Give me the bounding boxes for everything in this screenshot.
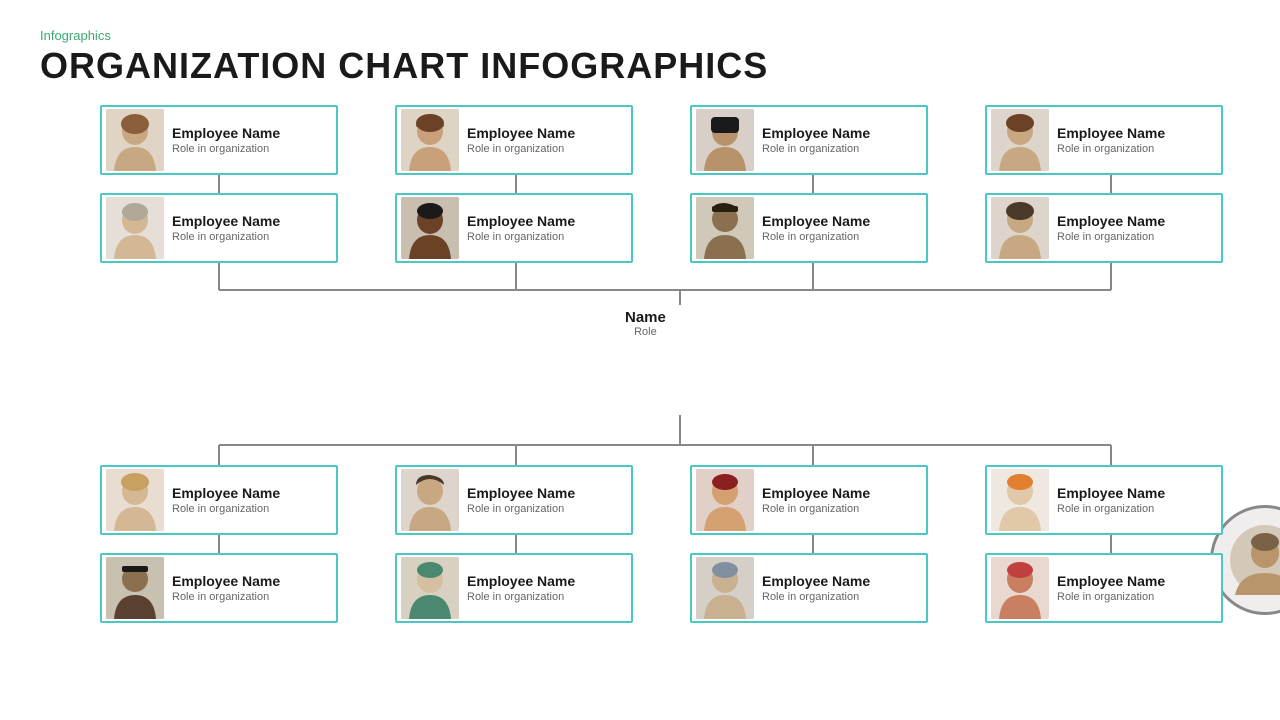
avatar-bot-1-0: [106, 557, 164, 619]
emp-info-bot-1-2: Employee Name Role in organization: [762, 573, 870, 604]
emp-name: Employee Name: [1057, 573, 1165, 590]
avatar-top-1-1: [401, 197, 459, 259]
emp-name: Employee Name: [467, 485, 575, 502]
emp-role: Role in organization: [1057, 231, 1165, 243]
emp-role: Role in organization: [467, 591, 575, 603]
emp-name: Employee Name: [172, 213, 280, 230]
emp-info-top-1-0: Employee Name Role in organization: [172, 213, 280, 244]
chart-area: Employee Name Role in organization Emplo…: [40, 105, 1240, 685]
page: Infographics ORGANIZATION CHART INFOGRAP…: [0, 0, 1280, 720]
emp-name: Employee Name: [467, 573, 575, 590]
avatar-bot-0-3: [991, 469, 1049, 531]
avatar-top-0-1: [401, 109, 459, 171]
avatar-bot-1-2: [696, 557, 754, 619]
top-card-1-1: Employee Name Role in organization: [395, 193, 633, 263]
emp-name: Employee Name: [172, 125, 280, 142]
emp-role: Role in organization: [1057, 591, 1165, 603]
emp-name: Employee Name: [172, 485, 280, 502]
main-title: ORGANIZATION CHART INFOGRAPHICS: [40, 45, 1240, 87]
avatar-top-1-0: [106, 197, 164, 259]
bottom-card-0-1: Employee Name Role in organization: [395, 465, 633, 535]
top-card-0-2: Employee Name Role in organization: [690, 105, 928, 175]
emp-info-top-0-3: Employee Name Role in organization: [1057, 125, 1165, 156]
emp-info-bot-1-3: Employee Name Role in organization: [1057, 573, 1165, 604]
avatar-top-0-2: [696, 109, 754, 171]
emp-role: Role in organization: [172, 231, 280, 243]
emp-name: Employee Name: [1057, 485, 1165, 502]
emp-name: Employee Name: [762, 573, 870, 590]
emp-info-top-1-1: Employee Name Role in organization: [467, 213, 575, 244]
top-card-0-0: Employee Name Role in organization: [100, 105, 338, 175]
avatar-top-0-0: [106, 109, 164, 171]
emp-role: Role in organization: [1057, 143, 1165, 155]
emp-role: Role in organization: [762, 143, 870, 155]
emp-info-bot-0-3: Employee Name Role in organization: [1057, 485, 1165, 516]
emp-info-bot-1-0: Employee Name Role in organization: [172, 573, 280, 604]
emp-info-top-0-2: Employee Name Role in organization: [762, 125, 870, 156]
avatar-top-1-3: [991, 197, 1049, 259]
avatar-bot-0-1: [401, 469, 459, 531]
emp-role: Role in organization: [762, 231, 870, 243]
top-card-0-1: Employee Name Role in organization: [395, 105, 633, 175]
center-node-container: Name Role: [625, 305, 666, 338]
emp-info-bot-0-1: Employee Name Role in organization: [467, 485, 575, 516]
emp-name: Employee Name: [172, 573, 280, 590]
bottom-card-0-2: Employee Name Role in organization: [690, 465, 928, 535]
avatar-top-1-2: [696, 197, 754, 259]
avatar-bot-1-1: [401, 557, 459, 619]
emp-role: Role in organization: [172, 591, 280, 603]
emp-info-bot-1-1: Employee Name Role in organization: [467, 573, 575, 604]
emp-name: Employee Name: [467, 125, 575, 142]
emp-role: Role in organization: [762, 591, 870, 603]
bottom-card-1-1: Employee Name Role in organization: [395, 553, 633, 623]
emp-info-top-0-0: Employee Name Role in organization: [172, 125, 280, 156]
bottom-card-0-0: Employee Name Role in organization: [100, 465, 338, 535]
center-role: Role: [625, 326, 666, 338]
bottom-card-0-3: Employee Name Role in organization: [985, 465, 1223, 535]
avatar-bot-0-2: [696, 469, 754, 531]
bottom-card-1-2: Employee Name Role in organization: [690, 553, 928, 623]
infographics-label: Infographics: [40, 28, 1240, 43]
emp-info-top-0-1: Employee Name Role in organization: [467, 125, 575, 156]
emp-info-top-1-3: Employee Name Role in organization: [1057, 213, 1165, 244]
emp-role: Role in organization: [467, 143, 575, 155]
emp-role: Role in organization: [172, 503, 280, 515]
emp-info-bot-0-0: Employee Name Role in organization: [172, 485, 280, 516]
center-name: Name: [625, 309, 666, 326]
emp-info-bot-0-2: Employee Name Role in organization: [762, 485, 870, 516]
emp-name: Employee Name: [762, 213, 870, 230]
emp-name: Employee Name: [762, 125, 870, 142]
avatar-bot-0-0: [106, 469, 164, 531]
top-card-0-3: Employee Name Role in organization: [985, 105, 1223, 175]
bottom-card-1-3: Employee Name Role in organization: [985, 553, 1223, 623]
top-card-1-0: Employee Name Role in organization: [100, 193, 338, 263]
bottom-card-1-0: Employee Name Role in organization: [100, 553, 338, 623]
emp-name: Employee Name: [467, 213, 575, 230]
emp-role: Role in organization: [467, 231, 575, 243]
emp-role: Role in organization: [467, 503, 575, 515]
top-card-1-3: Employee Name Role in organization: [985, 193, 1223, 263]
avatar-bot-1-3: [991, 557, 1049, 619]
emp-role: Role in organization: [762, 503, 870, 515]
avatar-top-0-3: [991, 109, 1049, 171]
emp-name: Employee Name: [1057, 125, 1165, 142]
emp-name: Employee Name: [762, 485, 870, 502]
emp-name: Employee Name: [1057, 213, 1165, 230]
emp-info-top-1-2: Employee Name Role in organization: [762, 213, 870, 244]
top-card-1-2: Employee Name Role in organization: [690, 193, 928, 263]
emp-role: Role in organization: [172, 143, 280, 155]
emp-role: Role in organization: [1057, 503, 1165, 515]
